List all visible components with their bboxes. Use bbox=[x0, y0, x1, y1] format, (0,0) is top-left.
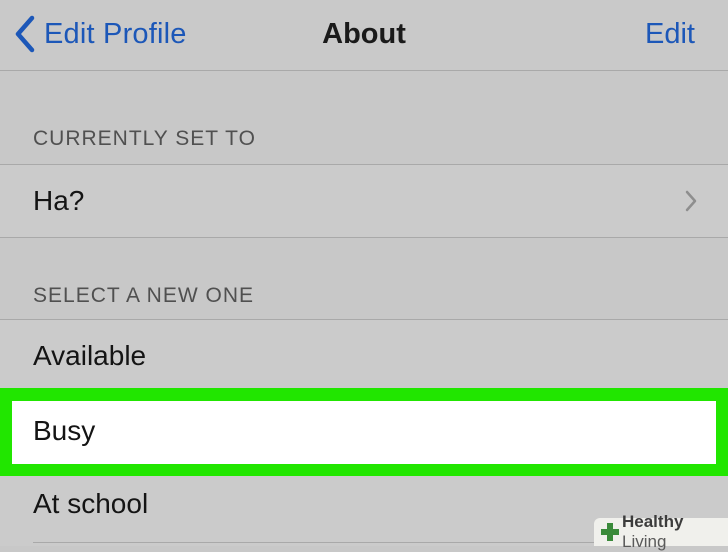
status-option-label: At school bbox=[33, 488, 149, 519]
page-title: About bbox=[322, 18, 406, 50]
navigation-bar: Edit Profile About Edit bbox=[0, 0, 728, 71]
chevron-right-icon bbox=[684, 189, 698, 218]
edit-button[interactable]: Edit bbox=[645, 12, 695, 56]
status-option-label: Available bbox=[33, 340, 147, 371]
status-option-busy[interactable]: Busy bbox=[12, 401, 716, 464]
status-option-label: Busy bbox=[33, 415, 96, 446]
current-status-row[interactable]: Ha? bbox=[0, 165, 728, 237]
cross-logo-icon bbox=[600, 522, 622, 542]
back-button-label: Edit Profile bbox=[44, 17, 187, 50]
section-header-current: CURRENTLY SET TO bbox=[33, 127, 256, 150]
current-status-value: Ha? bbox=[33, 185, 85, 216]
chevron-left-icon bbox=[14, 15, 36, 53]
back-button[interactable]: Edit Profile bbox=[14, 12, 187, 56]
watermark-logo: Healthy Living bbox=[594, 512, 728, 551]
section-header-new: SELECT A NEW ONE bbox=[33, 284, 255, 307]
divider bbox=[0, 237, 728, 238]
status-option-available[interactable]: Available bbox=[0, 320, 728, 388]
watermark-text: Healthy Living bbox=[622, 512, 684, 551]
